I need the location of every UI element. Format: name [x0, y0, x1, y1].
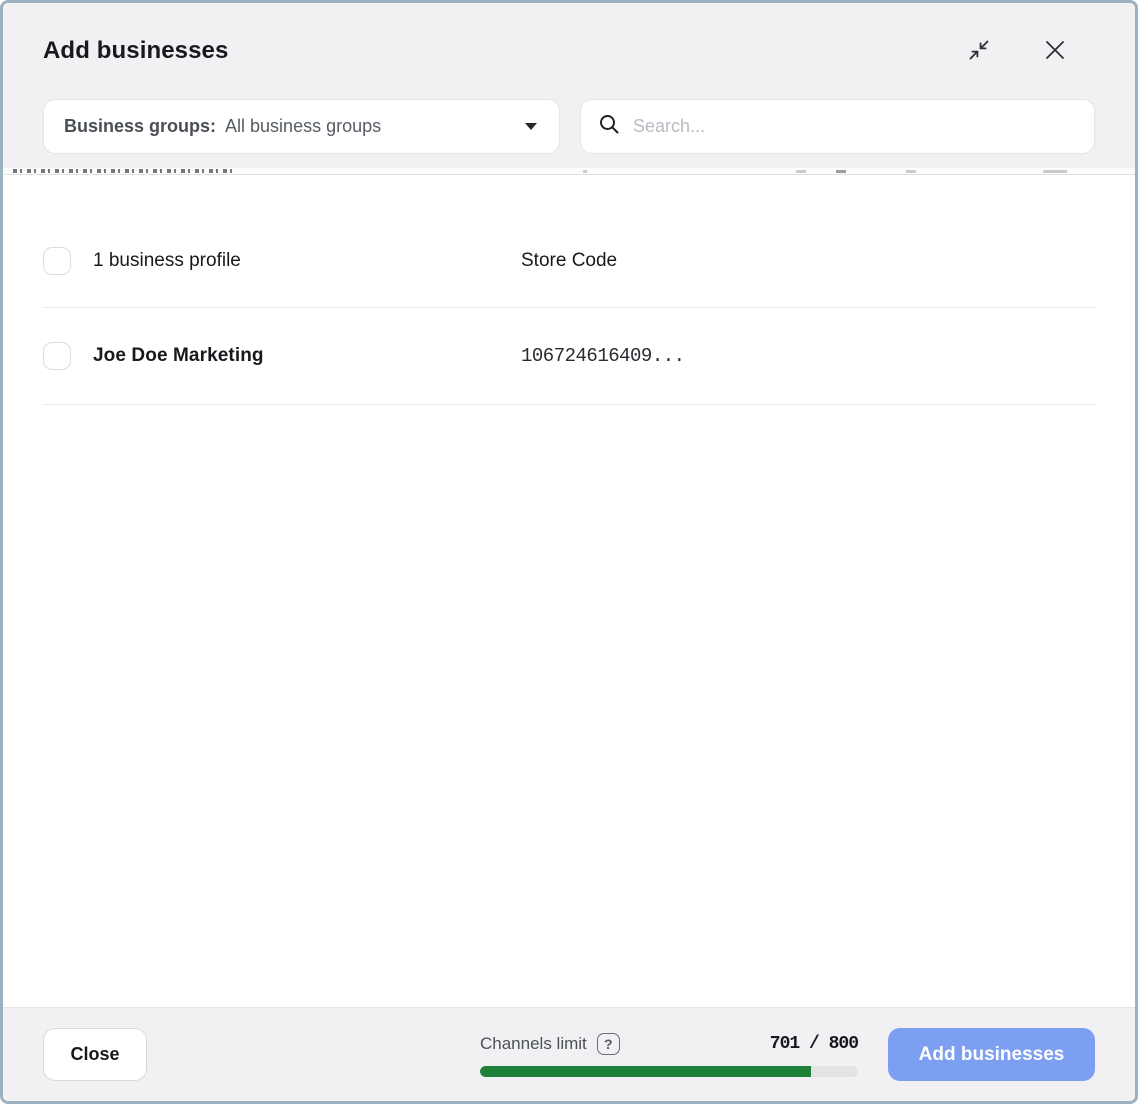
page-title: Add businesses: [43, 37, 228, 65]
business-groups-label: Business groups:: [64, 116, 216, 137]
table-header-row: 1 business profile Store Code: [43, 175, 1095, 308]
search-box[interactable]: [580, 99, 1095, 154]
table-row[interactable]: Joe Doe Marketing 106724616409...: [43, 308, 1095, 405]
channels-usage-count: 701 / 800: [770, 1034, 858, 1054]
business-list: 1 business profile Store Code Joe Doe Ma…: [3, 175, 1135, 1007]
close-modal-button[interactable]: Close: [43, 1028, 147, 1081]
store-code-column-header: Store Code: [521, 250, 617, 272]
search-input[interactable]: [633, 116, 1078, 137]
close-icon: [1043, 38, 1067, 65]
channels-limit-block: Channels limit ? 701 / 800: [480, 1033, 858, 1077]
channels-progress-track: [480, 1066, 858, 1077]
selection-count-label: 1 business profile: [93, 250, 521, 272]
chevron-down-icon: [525, 123, 537, 130]
close-button[interactable]: [1039, 35, 1071, 67]
modal-header: Add businesses: [3, 3, 1135, 168]
search-icon: [597, 112, 633, 141]
collapse-icon: [966, 37, 992, 66]
business-groups-value: All business groups: [225, 116, 525, 137]
store-code-value: 106724616409...: [521, 345, 685, 367]
business-name: Joe Doe Marketing: [93, 345, 521, 367]
channels-limit-label: Channels limit: [480, 1034, 587, 1054]
channels-progress-fill: [480, 1066, 811, 1077]
add-businesses-modal: Add businesses: [0, 0, 1138, 1104]
help-icon[interactable]: ?: [597, 1033, 620, 1055]
row-checkbox[interactable]: [43, 342, 71, 370]
collapse-button[interactable]: [963, 35, 995, 67]
select-all-checkbox[interactable]: [43, 247, 71, 275]
clipped-row-remnant: [3, 168, 1135, 175]
clipped-text-fragment: [13, 169, 235, 173]
modal-footer: Close Channels limit ? 701 / 800 Add bus…: [3, 1007, 1135, 1101]
business-groups-select[interactable]: Business groups: All business groups: [43, 99, 560, 154]
add-businesses-button[interactable]: Add businesses: [888, 1028, 1095, 1081]
